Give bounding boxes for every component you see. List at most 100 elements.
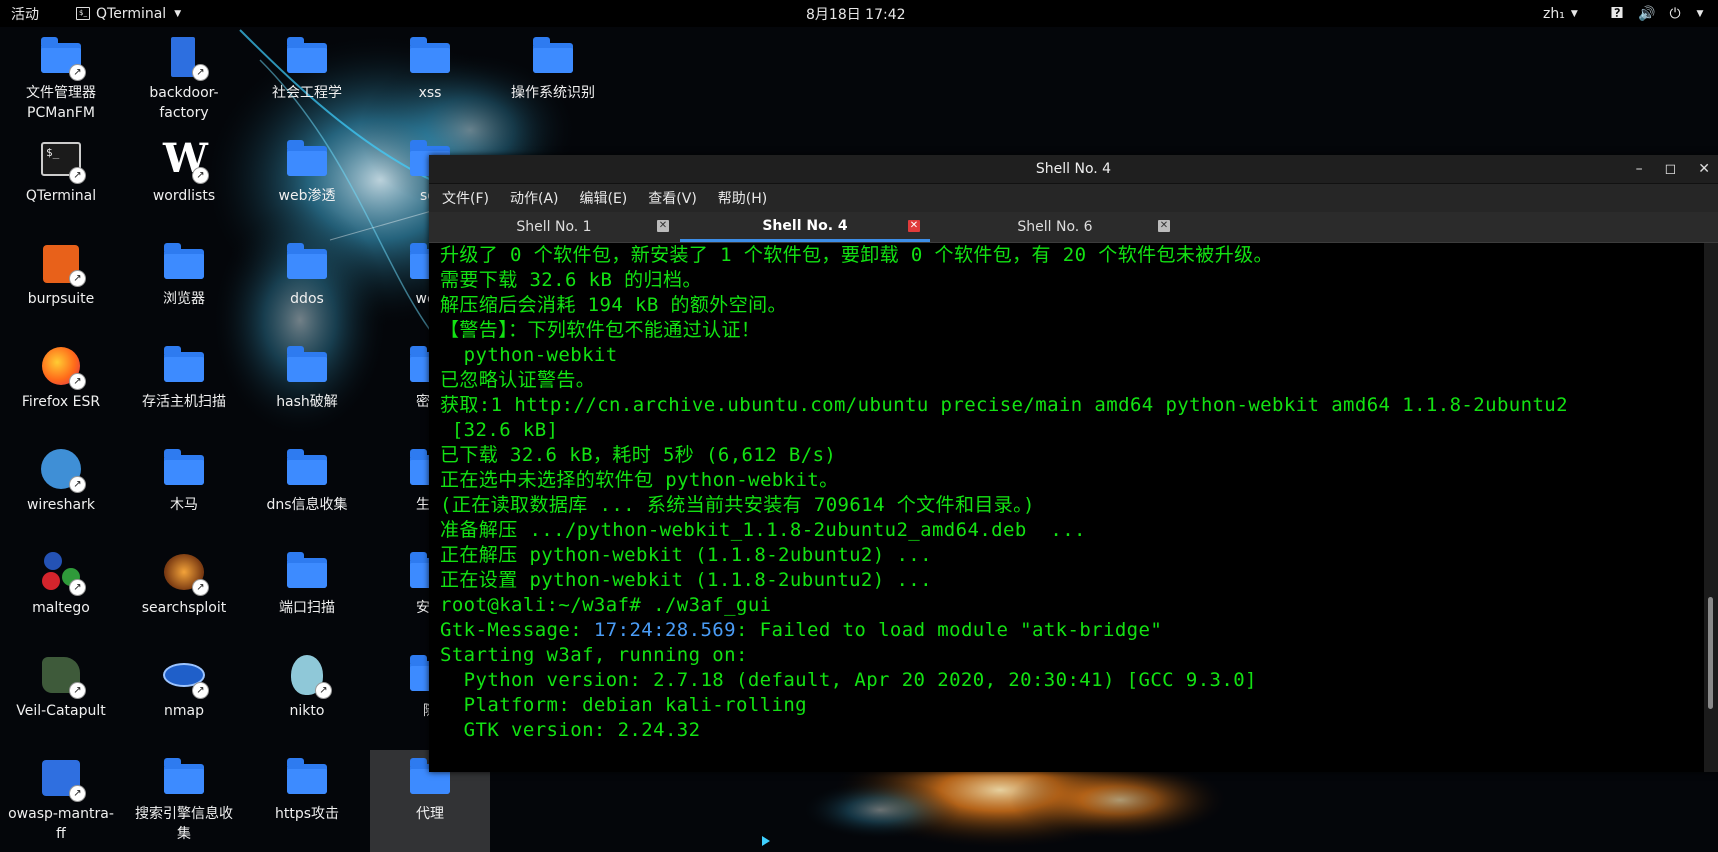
desktop-icon-pcmanfm[interactable]: ↗ 文件管理器 PCManFM (5, 35, 117, 123)
close-icon[interactable]: ✕ (1698, 161, 1710, 177)
shortcut-arrow-icon: ↗ (192, 682, 209, 699)
desktop-icon-label: Firefox ESR (21, 394, 101, 410)
desktop-icon-owasp-mantra[interactable]: ↗ owasp-mantra- ff (5, 756, 117, 844)
tab-shell-6[interactable]: Shell No. 6 ✕ (930, 212, 1180, 242)
tab-shell-1[interactable]: Shell No. 1 ✕ (429, 212, 679, 242)
window-titlebar[interactable]: Shell No. 4 – ◻ ✕ (429, 155, 1718, 184)
shortcut-arrow-icon: ↗ (315, 682, 332, 699)
desktop-folder-hash-crack[interactable]: hash破解 (251, 344, 363, 412)
close-tab-icon[interactable]: ✕ (908, 220, 920, 232)
window-title: Shell No. 4 (1035, 161, 1112, 177)
gtk-prefix: Gtk-Message: (440, 619, 594, 641)
menu-file[interactable]: 文件(F) (429, 188, 497, 208)
desktop-icon-label: backdoor- factory (149, 85, 219, 121)
clock[interactable]: 8月18日 17:42 (806, 0, 906, 27)
tab-label: Shell No. 4 (762, 217, 848, 234)
desktop-folder-web-pentest[interactable]: web渗透 (251, 138, 363, 206)
close-tab-icon[interactable]: ✕ (1158, 220, 1170, 232)
folder-icon (164, 449, 204, 485)
desktop-icon-veil-catapult[interactable]: ↗ Veil-Catapult (5, 653, 117, 721)
shortcut-arrow-icon: ↗ (69, 64, 86, 81)
folder-icon (164, 346, 204, 382)
minimize-icon[interactable]: – (1636, 161, 1643, 177)
desktop-icon-searchsploit[interactable]: ↗ searchsploit (128, 550, 240, 618)
desktop-icon-nikto[interactable]: ↗ nikto (251, 653, 363, 721)
shortcut-arrow-icon: ↗ (192, 64, 209, 81)
desktop-folder-social-engineering[interactable]: 社会工程学 (251, 35, 363, 103)
desktop-folder-ddos[interactable]: ddos (251, 241, 363, 309)
desktop-icon-label: hash破解 (276, 394, 338, 410)
desktop-folder-search-engine[interactable]: 搜索引擎信息收 集 (128, 756, 240, 844)
terminal-line: 解压缩后会消耗 194 kB 的额外空间。 (440, 294, 787, 316)
tab-bar: Shell No. 1 ✕ Shell No. 4 ✕ Shell No. 6 … (429, 212, 1718, 243)
menu-help[interactable]: 帮助(H) (705, 188, 775, 208)
menu-view[interactable]: 查看(V) (635, 188, 705, 208)
desktop-icon-backdoor-factory[interactable]: ↗ backdoor- factory (128, 35, 240, 123)
folder-icon (533, 37, 573, 73)
tab-shell-4[interactable]: Shell No. 4 ✕ (680, 212, 930, 242)
desktop-folder-trojan[interactable]: 木马 (128, 447, 240, 515)
desktop-icon-label: searchsploit (141, 600, 227, 616)
terminal-app-icon: $_ (76, 7, 90, 20)
system-menu[interactable]: 🯄 🔊 ⏻ ▼ (1610, 0, 1703, 27)
desktop-icon-label: QTerminal (25, 188, 97, 204)
desktop-folder-os-detect[interactable]: 操作系统识别 (497, 35, 609, 103)
chevron-down-icon: ▼ (174, 8, 182, 19)
folder-icon (410, 37, 450, 73)
terminal-line: GTK version: 2.24.32 (440, 719, 701, 741)
input-method-menu[interactable]: zh₁ ▼ (1543, 0, 1578, 27)
desktop-icon-label: https攻击 (274, 806, 340, 822)
terminal-prompt-line: root@kali:~/w3af# ./w3af_gui (440, 594, 772, 616)
desktop-icon-label: web渗透 (278, 188, 336, 204)
activities-button[interactable]: 活动 (11, 0, 39, 27)
top-panel: 活动 $_ QTerminal ▼ 8月18日 17:42 zh₁ ▼ 🯄 🔊 … (0, 0, 1718, 27)
desktop-icon-burpsuite[interactable]: ↗ burpsuite (5, 241, 117, 309)
scrollbar-thumb[interactable] (1708, 597, 1713, 709)
terminal-line: 正在解压 python-webkit (1.1.8-2ubuntu2) ... (440, 544, 932, 566)
terminal-line: 正在设置 python-webkit (1.1.8-2ubuntu2) ... (440, 569, 932, 591)
desktop-icon-maltego[interactable]: ↗ maltego (5, 550, 117, 618)
desktop-folder-port-scan[interactable]: 端口扫描 (251, 550, 363, 618)
menu-edit[interactable]: 编辑(E) (567, 188, 636, 208)
terminal-line: Platform: debian kali-rolling (440, 694, 808, 716)
terminal-line: 升级了 0 个软件包，新安装了 1 个软件包，要卸载 0 个软件包，有 20 个… (440, 244, 1273, 266)
shortcut-arrow-icon: ↗ (69, 579, 86, 596)
terminal-line: 正在选中未选择的软件包 python-webkit。 (440, 469, 839, 491)
close-tab-icon[interactable]: ✕ (657, 220, 669, 232)
maltego-icon: ↗ (38, 550, 86, 596)
terminal-output[interactable]: 升级了 0 个软件包，新安装了 1 个软件包，要卸载 0 个软件包，有 20 个… (429, 243, 1704, 772)
desktop-icon-label: 端口扫描 (279, 600, 335, 616)
terminal-scrollbar[interactable] (1704, 243, 1718, 772)
folder-icon (287, 449, 327, 485)
desktop-icon-label: nikto (289, 703, 325, 719)
menu-bar: 文件(F) 动作(A) 编辑(E) 查看(V) 帮助(H) (429, 184, 1718, 212)
desktop-folder-dns-info[interactable]: dns信息收集 (251, 447, 363, 515)
desktop-folder-https-attack[interactable]: https攻击 (251, 756, 363, 824)
shortcut-arrow-icon: ↗ (69, 373, 86, 390)
power-icon: ⏻ (1669, 5, 1681, 22)
activities-label: 活动 (11, 6, 39, 23)
desktop-folder-xss[interactable]: xss (374, 35, 486, 103)
desktop-icon-firefox[interactable]: ↗ Firefox ESR (5, 344, 117, 412)
desktop-icon-nmap[interactable]: ↗ nmap (128, 653, 240, 721)
desktop-icon-label: dns信息收集 (266, 497, 348, 513)
menu-actions[interactable]: 动作(A) (497, 188, 567, 208)
app-menu[interactable]: $_ QTerminal ▼ (76, 0, 181, 27)
desktop-folder-host-scan[interactable]: 存活主机扫描 (128, 344, 240, 412)
desktop-folder-browsers[interactable]: 浏览器 (128, 241, 240, 309)
terminal-line: 【警告】：下列软件包不能通过认证！ (440, 319, 761, 341)
terminal-line: Starting w3af, running on: (440, 644, 748, 666)
desktop-icon-label: nmap (164, 703, 204, 719)
terminal-line: 获取:1 http://cn.archive.ubuntu.com/ubuntu… (440, 394, 1568, 416)
terminal-line: 准备解压 .../python-webkit_1.1.8-2ubuntu2_am… (440, 519, 1086, 541)
chevron-down-icon: ▼ (1696, 8, 1704, 19)
desktop-icon-wordlists[interactable]: W ↗ wordlists (128, 138, 240, 206)
desktop-icon-qterminal[interactable]: $_ ↗ QTerminal (5, 138, 117, 206)
desktop-icon-wireshark[interactable]: ↗ wireshark (5, 447, 117, 515)
desktop-icon-label: wordlists (152, 188, 216, 204)
desktop-icon-label: burpsuite (27, 291, 95, 307)
folder-icon (287, 243, 327, 279)
folder-icon (164, 758, 204, 794)
gtk-message-line: Gtk-Message: 17:24:28.569: Failed to loa… (440, 618, 1704, 643)
maximize-icon[interactable]: ◻ (1665, 161, 1677, 177)
